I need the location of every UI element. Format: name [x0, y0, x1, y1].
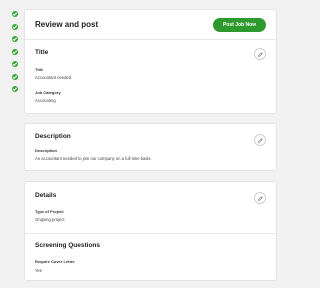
pencil-icon: [258, 52, 263, 57]
review-card-details: Details Type of Project Ongoing project …: [24, 181, 277, 281]
section-title: Title: [35, 49, 49, 56]
field-value: An accountant needed to join our company…: [35, 156, 152, 161]
pencil-icon: [258, 196, 263, 201]
pencil-icon: [258, 138, 263, 143]
check-circle-icon: [12, 36, 18, 42]
post-job-button[interactable]: Post Job Now: [213, 18, 266, 32]
check-circle-icon: [12, 61, 18, 67]
section-divider: [25, 233, 276, 234]
page-title: Review and post: [35, 20, 99, 29]
field-label: Job Category: [35, 90, 61, 95]
review-card-title: Review and post Post Job Now Title Title…: [24, 9, 277, 114]
progress-steps: [12, 11, 18, 99]
check-circle-icon: [12, 48, 18, 55]
check-circle-icon: [12, 86, 18, 92]
check-circle-icon: [12, 23, 18, 30]
check-circle-icon: [12, 11, 18, 17]
field-label: Description: [35, 148, 58, 153]
section-title: Details: [35, 192, 57, 199]
section-title: Description: [35, 133, 71, 140]
field-label: Title: [35, 67, 44, 72]
check-circle-icon: [12, 73, 18, 80]
field-value: Yes: [35, 268, 42, 273]
field-value: Ongoing project: [35, 217, 65, 222]
edit-description-button[interactable]: [254, 134, 266, 146]
review-page: Review and post Post Job Now Title Title…: [0, 0, 288, 288]
field-label: Require Cover Letter: [35, 259, 75, 264]
review-header: Review and post Post Job Now: [25, 10, 276, 40]
field-value: Accounting: [35, 98, 56, 103]
section-title: Screening Questions: [35, 242, 101, 249]
field-label: Type of Project: [35, 209, 64, 214]
edit-title-button[interactable]: [254, 48, 266, 60]
review-card-description: Description Description An accountant ne…: [24, 123, 277, 171]
edit-details-button[interactable]: [254, 192, 266, 204]
field-value: Accountant needed: [35, 75, 72, 80]
